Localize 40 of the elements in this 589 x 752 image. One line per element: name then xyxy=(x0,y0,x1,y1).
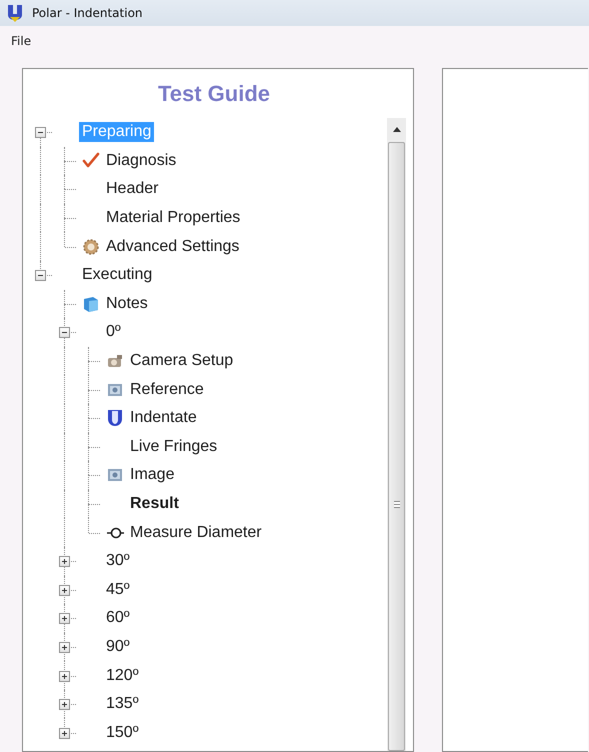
tree-item[interactable]: 0º xyxy=(103,322,124,342)
tree-item[interactable]: 120º xyxy=(103,666,142,686)
tree-item[interactable]: Reference xyxy=(127,380,207,400)
tree-item[interactable]: 30º xyxy=(103,551,133,572)
panel-title: Test Guide xyxy=(156,80,272,108)
tree-item[interactable]: Live Fringes xyxy=(127,436,220,457)
tree-item[interactable]: Camera Setup xyxy=(127,351,236,372)
tree-item[interactable]: 45º xyxy=(103,580,133,600)
tree-item[interactable]: 135º xyxy=(103,694,142,714)
collapse-toggle[interactable] xyxy=(35,270,46,282)
caret-up-icon xyxy=(392,126,400,132)
tree-item[interactable]: Measure Diameter xyxy=(127,522,265,543)
tree-item[interactable]: Image xyxy=(127,465,178,486)
tree-item[interactable]: Material Properties xyxy=(103,208,244,228)
expand-toggle[interactable] xyxy=(59,670,70,682)
tree-item[interactable]: Advanced Settings xyxy=(103,236,242,257)
expand-toggle[interactable] xyxy=(59,699,70,710)
expand-toggle[interactable] xyxy=(59,728,70,739)
tree-item[interactable]: 150º xyxy=(103,722,142,743)
book-icon xyxy=(82,294,100,313)
expand-toggle[interactable] xyxy=(59,584,70,596)
tree-item[interactable]: Header xyxy=(103,179,162,200)
check-icon xyxy=(82,152,100,170)
tree-item[interactable]: 60º xyxy=(103,608,133,628)
app-icon xyxy=(6,4,24,22)
tree-item[interactable]: Result xyxy=(127,494,182,514)
window-title: Polar - Indentation xyxy=(32,6,143,20)
shield-icon xyxy=(106,409,124,428)
gear-icon xyxy=(82,238,100,256)
menu-item[interactable]: File xyxy=(8,32,34,50)
tree-item[interactable]: Notes xyxy=(103,294,151,314)
tree-item[interactable]: Indentate xyxy=(127,408,200,428)
expand-toggle[interactable] xyxy=(59,613,70,624)
expand-toggle[interactable] xyxy=(59,642,70,653)
tree-item[interactable]: Diagnosis xyxy=(103,150,180,171)
expand-toggle[interactable] xyxy=(59,556,70,568)
collapse-toggle[interactable] xyxy=(59,327,70,338)
tree-item[interactable]: 90º xyxy=(103,636,133,657)
tree-item[interactable]: Executing xyxy=(79,265,156,286)
collapse-toggle[interactable] xyxy=(35,127,46,138)
